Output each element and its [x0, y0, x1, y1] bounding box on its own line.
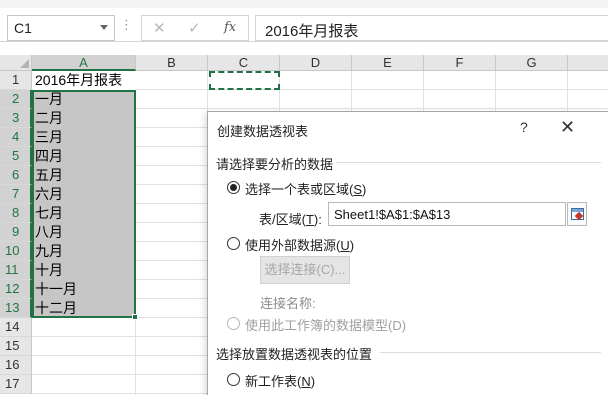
row-header[interactable]: 3: [0, 109, 32, 128]
cell-a11[interactable]: 十月: [35, 261, 63, 280]
column-header-partial[interactable]: [568, 55, 608, 71]
connection-name-label: 连接名称:: [260, 296, 316, 311]
option-data-model-label[interactable]: 使用此工作簿的数据模型(D): [245, 315, 406, 334]
row-header[interactable]: 10: [0, 242, 32, 261]
section-divider: [380, 352, 601, 353]
radio-new-worksheet[interactable]: [227, 373, 240, 386]
row-header[interactable]: 8: [0, 204, 32, 223]
cancel-icon[interactable]: ✕: [153, 19, 166, 37]
row-header[interactable]: 4: [0, 128, 32, 147]
column-header-e[interactable]: E: [352, 55, 424, 71]
cell-a3[interactable]: 二月: [35, 109, 63, 128]
cell-a1[interactable]: 2016年月报表: [33, 71, 136, 90]
cell-a4[interactable]: 三月: [35, 128, 63, 147]
formula-value: 2016年月报表: [265, 23, 359, 40]
option-external-source-label[interactable]: 使用外部数据源(U): [245, 235, 354, 254]
dialog-title: 创建数据透视表: [217, 124, 309, 139]
section-choose-data: 请选择要分析的数据: [216, 157, 334, 172]
select-all-corner[interactable]: [0, 55, 32, 71]
column-header-f[interactable]: F: [424, 55, 496, 71]
cell-a10[interactable]: 九月: [35, 242, 63, 261]
more-dots-icon[interactable]: ⋮: [120, 17, 133, 33]
cell-a2[interactable]: 一月: [35, 90, 63, 109]
row-header[interactable]: 17: [0, 375, 32, 394]
choose-connection-button[interactable]: 选择连接(C)...: [260, 256, 350, 284]
row-header[interactable]: 6: [0, 166, 32, 185]
cell-a9[interactable]: 八月: [35, 223, 63, 242]
row-header[interactable]: 9: [0, 223, 32, 242]
cell-a8[interactable]: 七月: [35, 204, 63, 223]
cell-a7[interactable]: 六月: [35, 185, 63, 204]
row-header[interactable]: 11: [0, 261, 32, 280]
column-header-a[interactable]: A: [32, 55, 136, 71]
row-header[interactable]: 7: [0, 185, 32, 204]
enter-icon[interactable]: ✓: [188, 19, 201, 37]
help-icon[interactable]: ?: [520, 119, 528, 135]
select-all-icon: [20, 59, 29, 68]
column-header-b[interactable]: B: [136, 55, 208, 71]
option-new-worksheet-label[interactable]: 新工作表(N): [245, 371, 315, 390]
insert-function-icon[interactable]: fx: [224, 20, 236, 35]
cell-a5[interactable]: 四月: [35, 147, 63, 166]
option-table-range-label[interactable]: 选择一个表或区域(S): [245, 179, 366, 198]
ribbon-edge: [0, 0, 608, 8]
section-choose-location: 选择放置数据透视表的位置: [216, 347, 373, 362]
table-range-input[interactable]: Sheet1!$A$1:$A$13: [328, 202, 566, 226]
radio-table-range[interactable]: [227, 181, 240, 194]
cell-c1-marquee[interactable]: [209, 71, 280, 90]
row-header[interactable]: 14: [0, 318, 32, 337]
collapse-dialog-button[interactable]: [567, 202, 587, 226]
row-header[interactable]: 5: [0, 147, 32, 166]
section-divider: [336, 162, 601, 163]
row-header[interactable]: 13: [0, 299, 32, 318]
fill-handle[interactable]: [132, 314, 138, 320]
column-header-g[interactable]: G: [496, 55, 568, 71]
cell-a13[interactable]: 十二月: [35, 299, 77, 318]
create-pivottable-dialog: 创建数据透视表 ? ✕ 请选择要分析的数据 选择一个表或区域(S) 表/区域(T…: [207, 111, 608, 395]
row-header[interactable]: 1: [0, 71, 32, 90]
column-header-d[interactable]: D: [280, 55, 352, 71]
formula-input[interactable]: 2016年月报表: [255, 15, 608, 41]
cell-a12[interactable]: 十一月: [35, 280, 77, 299]
table-range-value: Sheet1!$A$1:$A$13: [334, 207, 451, 222]
formula-buttons: ✕ ✓ fx: [141, 15, 249, 41]
row-header[interactable]: 16: [0, 356, 32, 375]
name-box-value: C1: [14, 20, 32, 36]
row-header[interactable]: 2: [0, 90, 32, 109]
cell-a6[interactable]: 五月: [35, 166, 63, 185]
radio-external-source[interactable]: [227, 237, 240, 250]
chevron-down-icon[interactable]: [100, 25, 108, 30]
radio-data-model[interactable]: [227, 317, 240, 330]
column-header-c[interactable]: C: [208, 55, 280, 71]
close-icon[interactable]: ✕: [560, 117, 575, 138]
row-header[interactable]: 12: [0, 280, 32, 299]
range-label: 表/区域(T):: [259, 212, 322, 227]
formula-bar: C1 ⋮ ✕ ✓ fx 2016年月报表: [0, 0, 608, 42]
row-header[interactable]: 15: [0, 337, 32, 356]
name-box[interactable]: C1: [7, 15, 115, 41]
